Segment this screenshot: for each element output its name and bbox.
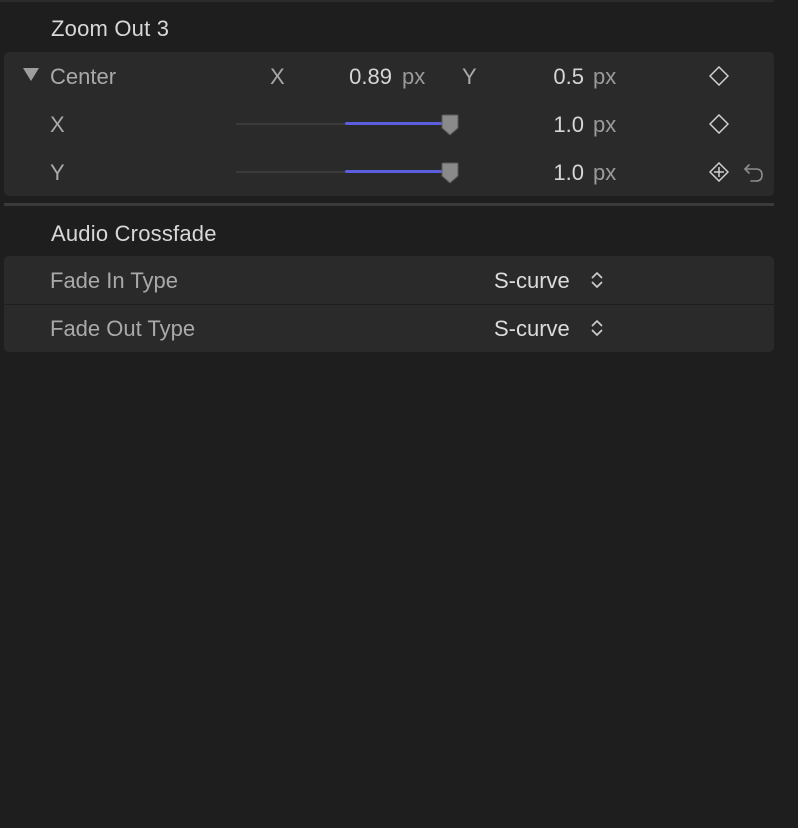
top-divider (0, 0, 774, 2)
center-x-row: X 1.0 px (4, 100, 774, 148)
reset-arrow-icon[interactable] (743, 161, 765, 183)
center-label: Center (50, 64, 117, 89)
inspector-pane: Zoom Out 3 Center X 0.89 px Y 0.5 px X 1… (0, 0, 798, 828)
center-y-row: Y 1.0 px (4, 148, 774, 196)
center-x-unit: px (402, 64, 426, 89)
keyframe-diamond-icon[interactable] (709, 114, 729, 134)
center-y-unit: px (593, 64, 617, 89)
y-slider-fill[interactable] (345, 170, 453, 173)
audio-section-title: Audio Crossfade (51, 221, 217, 246)
y-row-value[interactable]: 1.0 (524, 161, 584, 185)
x-slider-thumb[interactable] (441, 114, 459, 136)
keyframe-diamond-icon[interactable] (709, 66, 729, 86)
fade-in-popup[interactable]: S-curve (494, 269, 570, 293)
fade-out-row: Fade Out Type S-curve (4, 304, 774, 352)
x-row-label: X (50, 112, 65, 137)
y-slider-track[interactable] (236, 171, 346, 173)
fade-in-label: Fade In Type (50, 268, 179, 293)
center-x-axis-label: X (270, 64, 285, 89)
section-separator (4, 203, 774, 206)
fade-in-row: Fade In Type S-curve (4, 256, 774, 304)
y-row-label: Y (50, 160, 65, 185)
audio-params-panel: Fade In Type S-curve Fade Out Type S-cur… (4, 256, 774, 352)
center-row: Center X 0.89 px Y 0.5 px (4, 52, 774, 100)
updown-chevron-icon[interactable] (590, 318, 604, 338)
y-row-unit: px (593, 160, 617, 185)
fade-out-popup[interactable]: S-curve (494, 317, 570, 341)
updown-chevron-icon[interactable] (590, 270, 604, 290)
x-row-value[interactable]: 1.0 (524, 113, 584, 137)
x-slider-track[interactable] (236, 123, 346, 125)
y-slider-thumb[interactable] (441, 162, 459, 184)
add-keyframe-icon[interactable] (709, 162, 729, 182)
x-slider-fill[interactable] (345, 122, 453, 125)
zoom-params-panel: Center X 0.89 px Y 0.5 px X 1.0 px Y 1.0… (4, 52, 774, 196)
center-x-value[interactable]: 0.89 (324, 65, 392, 89)
triangle-down-icon[interactable] (23, 68, 39, 82)
center-y-value[interactable]: 0.5 (524, 65, 584, 89)
x-row-unit: px (593, 112, 617, 137)
zoom-section-title: Zoom Out 3 (51, 16, 170, 41)
center-y-axis-label: Y (462, 64, 477, 89)
fade-out-label: Fade Out Type (50, 316, 196, 341)
